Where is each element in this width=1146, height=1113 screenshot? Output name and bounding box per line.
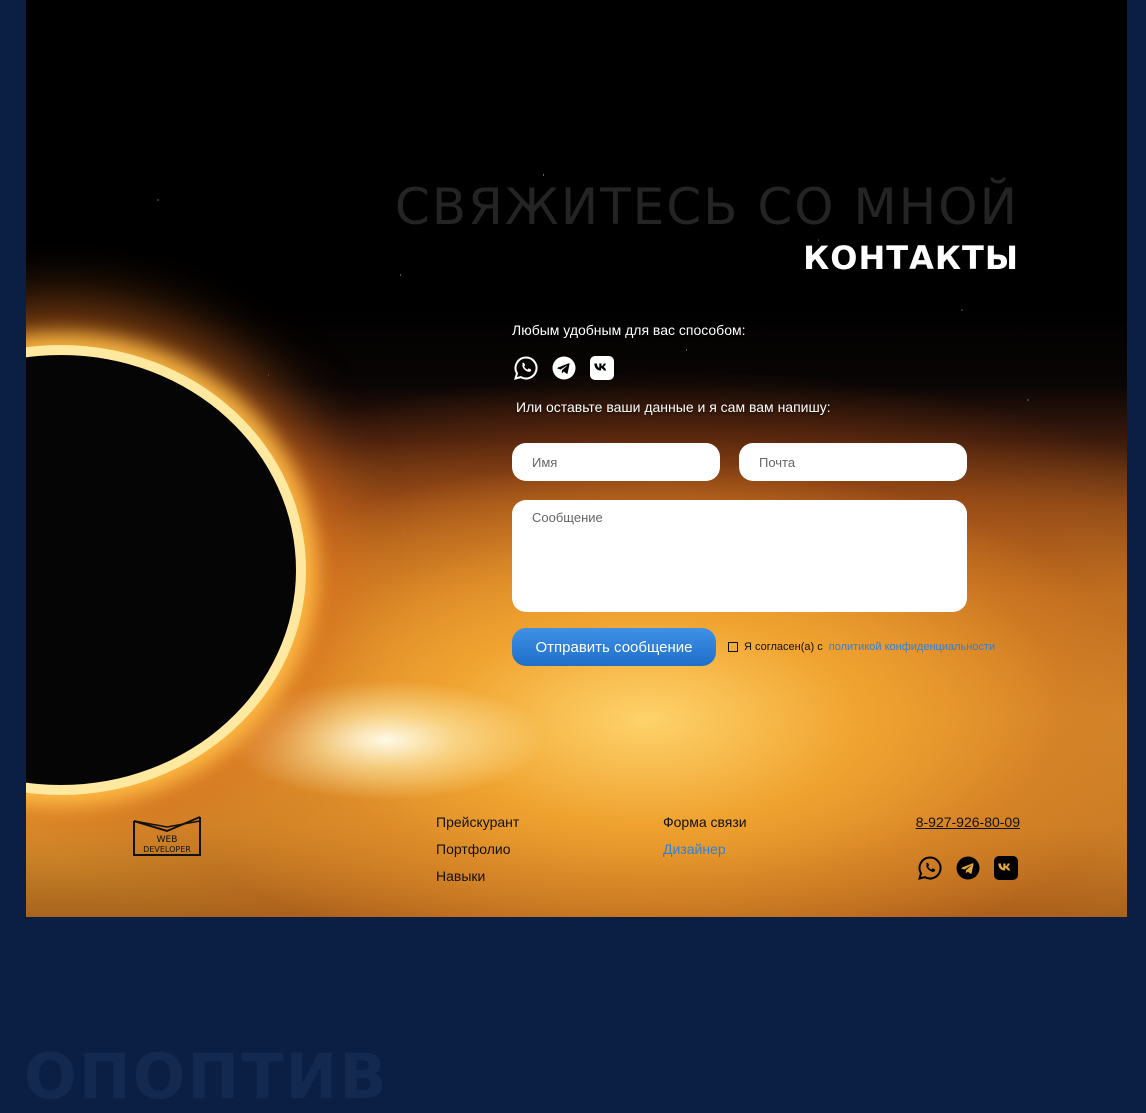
footer-link-designer[interactable]: Дизайнер — [663, 841, 726, 857]
section-title: КОНТАКТЫ — [803, 239, 1019, 277]
section-bg-title: СВЯЖИТЕСЬ СО МНОЙ — [394, 178, 1019, 236]
logo-text-web: WEB — [157, 835, 178, 845]
footer-link-price[interactable]: Прейскурант — [436, 814, 519, 830]
send-message-button[interactable]: Отправить сообщение — [512, 628, 716, 666]
contact-social-links — [514, 356, 614, 380]
footer-link-contact-form[interactable]: Форма связи — [663, 814, 747, 830]
footer-social-links — [918, 856, 1018, 880]
footer-link-skills[interactable]: Навыки — [436, 868, 485, 884]
footer-phone[interactable]: 8-927-926-80-09 — [916, 814, 1020, 830]
vk-icon[interactable] — [590, 356, 614, 380]
message-textarea[interactable] — [512, 500, 967, 612]
web-developer-logo[interactable]: WEB DEVELOPER — [132, 815, 202, 857]
logo-text-developer: DEVELOPER — [143, 845, 191, 854]
footer-link-portfolio[interactable]: Портфолио — [436, 841, 511, 857]
consent-checkbox[interactable] — [728, 642, 738, 652]
privacy-policy-link[interactable]: политикой конфиденциальности — [829, 641, 995, 653]
consent-text: Я согласен(а) с — [744, 641, 823, 653]
contacts-section: СВЯЖИТЕСЬ СО МНОЙ КОНТАКТЫ Любым удобным… — [26, 0, 1127, 917]
whatsapp-icon[interactable] — [918, 856, 942, 880]
consent-row: Я согласен(а) с политикой конфиденциальн… — [728, 641, 995, 653]
whatsapp-icon[interactable] — [514, 356, 538, 380]
any-way-text: Любым удобным для вас способом: — [512, 322, 746, 338]
name-input[interactable] — [512, 443, 720, 481]
leave-data-text: Или оставьте ваши данные и я сам вам нап… — [516, 399, 831, 415]
email-input[interactable] — [739, 443, 967, 481]
next-section-title: ОПОПТИВ — [24, 1040, 389, 1113]
vk-icon[interactable] — [994, 856, 1018, 880]
telegram-icon[interactable] — [956, 856, 980, 880]
telegram-icon[interactable] — [552, 356, 576, 380]
